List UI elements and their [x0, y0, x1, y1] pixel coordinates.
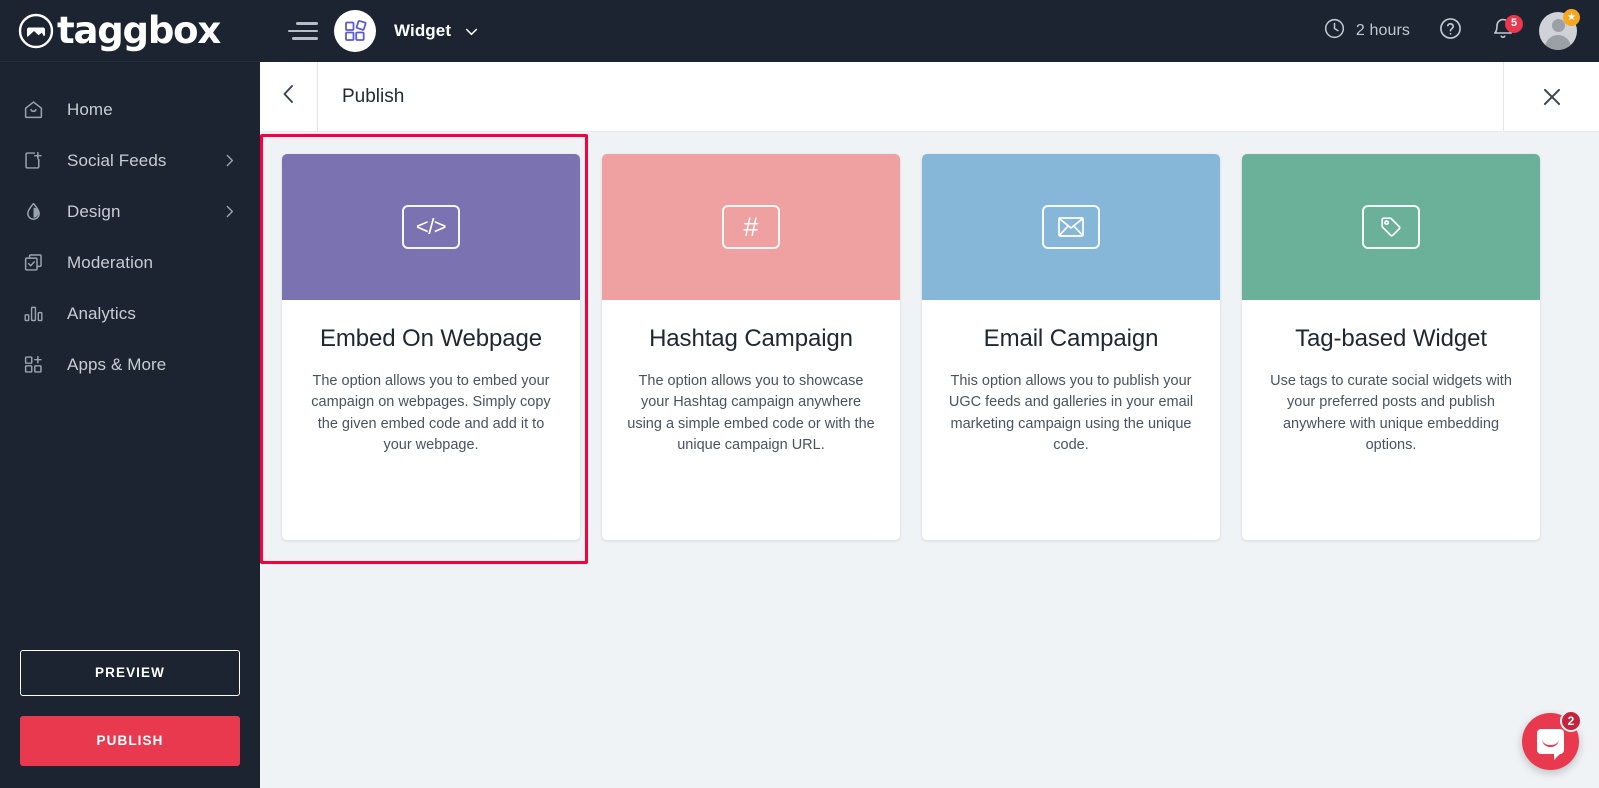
page-header: Publish — [260, 62, 1599, 132]
chat-unread-badge: 2 — [1560, 710, 1582, 732]
add-feed-icon — [22, 150, 44, 172]
card-body: Tag-based Widget Use tags to curate soci… — [1242, 300, 1540, 540]
publish-card-embed-on-webpage[interactable]: </> Embed On Webpage The option allows y… — [282, 154, 580, 540]
publish-option-cards: </> Embed On Webpage The option allows y… — [260, 132, 1599, 540]
card-description: Use tags to curate social widgets with y… — [1266, 371, 1516, 456]
help-circle-icon — [1438, 16, 1463, 46]
menu-toggle-icon[interactable] — [288, 20, 318, 42]
chevron-down-icon[interactable] — [463, 23, 480, 40]
sidebar-item-label: Design — [67, 202, 121, 222]
sidebar-item-label: Analytics — [67, 304, 136, 324]
sidebar-item-label: Moderation — [67, 253, 153, 273]
back-button[interactable] — [260, 62, 318, 131]
card-body: Email Campaign This option allows you to… — [922, 300, 1220, 540]
sidebar-item-apps-more[interactable]: Apps & More — [0, 339, 260, 390]
notifications-badge: 5 — [1505, 15, 1523, 33]
sidebar-actions: PREVIEW PUBLISH — [0, 650, 260, 788]
brand-logo[interactable]: taggbox — [0, 0, 260, 62]
sidebar-item-label: Home — [67, 100, 113, 120]
card-banner — [922, 154, 1220, 300]
card-description: This option allows you to publish your U… — [946, 371, 1196, 456]
taggbox-logo-icon — [18, 13, 54, 49]
publish-card-email-campaign[interactable]: Email Campaign This option allows you to… — [922, 154, 1220, 540]
widget-thumbnail-icon — [334, 10, 376, 52]
preview-button[interactable]: PREVIEW — [20, 650, 240, 696]
card-banner: # — [602, 154, 900, 300]
help-button[interactable] — [1424, 16, 1477, 46]
notifications-button[interactable]: 5 — [1477, 17, 1529, 46]
card-description: The option allows you to showcase your H… — [626, 371, 876, 456]
sidebar: taggbox Home Socia — [0, 0, 260, 788]
card-title: Hashtag Campaign — [626, 324, 876, 353]
pro-star-icon: ★ — [1563, 9, 1580, 26]
chevron-right-icon — [221, 152, 238, 169]
chat-launcher-button[interactable]: 2 — [1522, 713, 1579, 770]
card-title: Email Campaign — [946, 324, 1196, 353]
tag-icon — [1362, 205, 1420, 249]
sidebar-item-social-feeds[interactable]: Social Feeds — [0, 135, 260, 186]
widget-name: Widget — [394, 21, 451, 41]
card-body: Hashtag Campaign The option allows you t… — [602, 300, 900, 540]
card-banner — [1242, 154, 1540, 300]
page-title: Publish — [318, 62, 1503, 131]
hours-label: 2 hours — [1356, 22, 1410, 40]
topbar: Widget 2 hours — [260, 0, 1599, 62]
card-title: Embed On Webpage — [306, 324, 556, 353]
trial-hours-indicator[interactable]: 2 hours — [1309, 17, 1424, 45]
apps-grid-plus-icon — [22, 354, 44, 376]
card-body: Embed On Webpage The option allows you t… — [282, 300, 580, 540]
chevron-right-icon — [221, 203, 238, 220]
close-button[interactable] — [1503, 62, 1599, 131]
close-icon — [1541, 86, 1563, 108]
code-brackets-icon: </> — [402, 205, 460, 249]
publish-button[interactable]: PUBLISH — [20, 716, 240, 766]
sidebar-item-home[interactable]: Home — [0, 84, 260, 135]
publish-card-tag-based-widget[interactable]: Tag-based Widget Use tags to curate soci… — [1242, 154, 1540, 540]
sidebar-item-moderation[interactable]: Moderation — [0, 237, 260, 288]
topbar-actions: 2 hours — [1309, 12, 1579, 50]
sidebar-nav: Home Social Feeds — [0, 62, 260, 650]
moderation-check-icon — [22, 252, 44, 274]
app-root: taggbox Home Socia — [0, 0, 1599, 788]
analytics-bars-icon — [22, 303, 44, 325]
envelope-icon — [1042, 205, 1100, 249]
card-banner: </> — [282, 154, 580, 300]
design-drop-icon — [22, 201, 44, 223]
sidebar-item-label: Social Feeds — [67, 151, 166, 171]
home-icon — [22, 99, 44, 121]
brand-name: taggbox — [57, 12, 220, 49]
chevron-left-icon — [277, 82, 301, 111]
chat-bubble-icon — [1537, 729, 1564, 754]
clock-icon — [1323, 17, 1346, 45]
sidebar-item-analytics[interactable]: Analytics — [0, 288, 260, 339]
publish-options-panel: </> Embed On Webpage The option allows y… — [260, 132, 1599, 788]
card-description: The option allows you to embed your camp… — [306, 371, 556, 456]
card-title: Tag-based Widget — [1266, 324, 1516, 353]
sidebar-item-label: Apps & More — [67, 355, 166, 375]
hashtag-icon: # — [722, 205, 780, 249]
publish-card-hashtag-campaign[interactable]: # Hashtag Campaign The option allows you… — [602, 154, 900, 540]
main-region: Widget 2 hours — [260, 0, 1599, 788]
sidebar-item-design[interactable]: Design — [0, 186, 260, 237]
user-avatar[interactable]: ★ — [1539, 12, 1577, 50]
